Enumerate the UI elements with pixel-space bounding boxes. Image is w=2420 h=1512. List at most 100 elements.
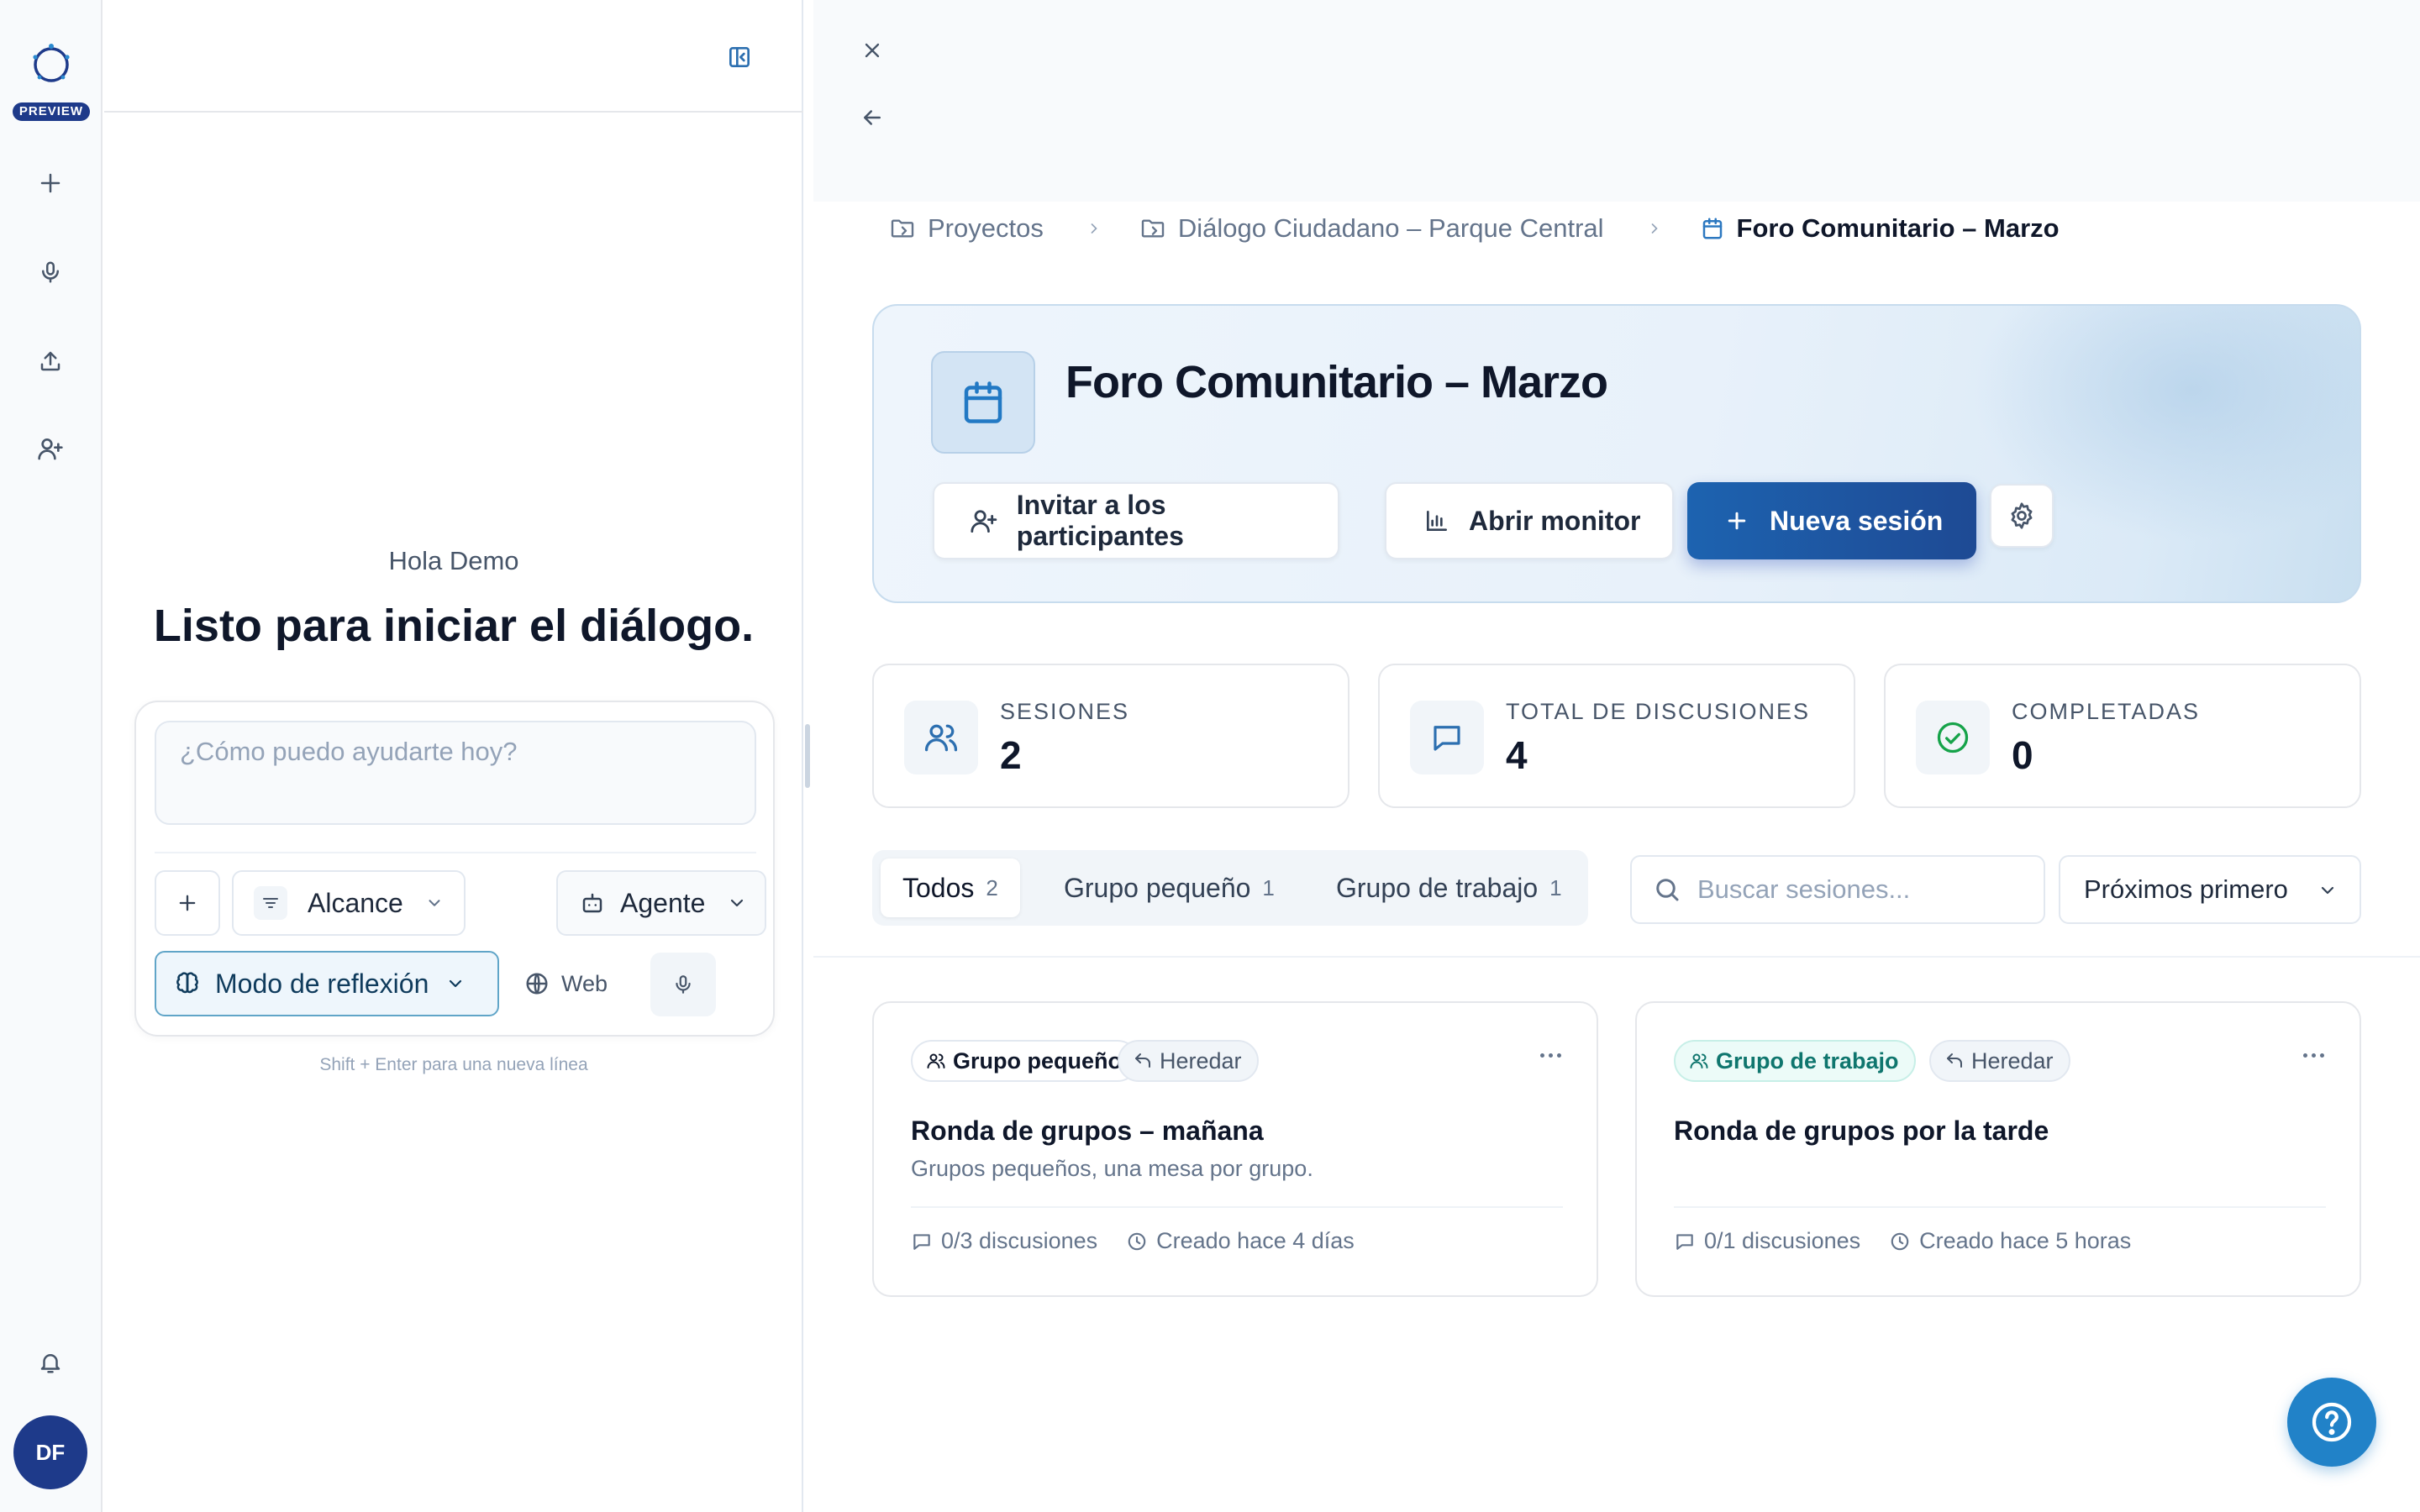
prompt-box[interactable] [155, 721, 756, 825]
stat-card-completed: COMPLETADAS 0 [1884, 664, 2361, 808]
inherit-badge: Heredar [1929, 1040, 2070, 1082]
event-icon-tile [931, 351, 1035, 454]
session-card[interactable]: Grupo de trabajo Heredar Ronda de grupos… [1635, 1001, 2361, 1297]
main-content: Proyectos Diálogo Ciudadano – Parque Cen… [813, 0, 2420, 1512]
check-circle-icon [1916, 701, 1990, 774]
chevron-right-icon [1651, 223, 1658, 234]
session-type-label: Grupo de trabajo [1716, 1047, 1899, 1074]
logo-icon [33, 44, 70, 82]
session-type-badge: Grupo pequeño [911, 1040, 1139, 1082]
record-button[interactable] [30, 252, 71, 292]
created-time: Creado hace 5 horas [1919, 1228, 2132, 1253]
session-title: Ronda de grupos – mañana [911, 1116, 1264, 1146]
sort-select[interactable]: Próximos primero [2059, 855, 2361, 924]
chat-panel: Hola Demo Listo para iniciar el diálogo.… [104, 0, 803, 1512]
thinking-mode-label: Modo de reflexión [215, 968, 429, 999]
microphone-icon [42, 261, 59, 283]
stat-card-sessions: SESIONES 2 [872, 664, 1349, 808]
discussion-count: 0/1 discusiones [1704, 1228, 1861, 1253]
bar-chart-icon [1427, 511, 1447, 531]
new-chat-button[interactable] [30, 163, 71, 203]
help-icon [2312, 1402, 2352, 1442]
clock-icon [1128, 1232, 1146, 1250]
close-button[interactable] [852, 30, 892, 71]
filter-icon [254, 886, 287, 920]
top-bar [813, 0, 2420, 202]
stat-card-discussions: TOTAL DE DISCUSIONES 4 [1378, 664, 1855, 808]
attach-button[interactable] [155, 870, 220, 936]
session-description: Grupos pequeños, una mesa por grupo. [911, 1156, 1313, 1181]
preview-badge: PREVIEW [13, 102, 90, 121]
user-plus-icon [38, 438, 63, 460]
upload-button[interactable] [30, 341, 71, 381]
close-icon [865, 43, 880, 58]
session-type-label: Grupo pequeño [953, 1047, 1122, 1074]
globe-icon [526, 973, 548, 995]
breadcrumb-projects[interactable]: Proyectos [889, 213, 1044, 244]
prompt-input[interactable] [156, 722, 755, 823]
session-filter-tabs: Todos 2 Grupo pequeño 1 Grupo de trabajo… [872, 850, 1588, 926]
chevron-right-icon [1091, 223, 1097, 234]
agent-label: Agente [620, 887, 706, 918]
discussion-count: 0/3 discusiones [941, 1228, 1098, 1253]
chat-title: Listo para iniciar el diálogo. [153, 601, 755, 651]
chevron-down-icon [2321, 886, 2334, 895]
undo-icon [1135, 1053, 1150, 1068]
greeting: Hola Demo [388, 546, 519, 575]
card-divider [1674, 1206, 2326, 1208]
back-button[interactable] [852, 97, 892, 138]
tab-count: 2 [986, 874, 998, 900]
tab-working-group[interactable]: Grupo de trabajo 1 [1314, 858, 1584, 917]
web-label: Web [561, 970, 608, 996]
inherit-label: Heredar [1971, 1047, 2054, 1074]
settings-button[interactable] [1990, 484, 2054, 548]
message-icon [1410, 701, 1484, 774]
help-button[interactable] [2287, 1378, 2376, 1467]
user-plus-icon [971, 510, 997, 533]
section-divider [813, 956, 2420, 958]
breadcrumb-project[interactable]: Diálogo Ciudadano – Parque Central [1139, 213, 1604, 244]
tab-label: Todos [902, 872, 975, 903]
tab-label: Grupo pequeño [1064, 872, 1251, 903]
tab-small-group[interactable]: Grupo pequeño 1 [1042, 858, 1297, 917]
chevron-down-icon [450, 979, 462, 988]
panel-resize-handle[interactable] [805, 724, 810, 788]
undo-icon [1947, 1053, 1962, 1068]
voice-input-button[interactable] [650, 953, 716, 1016]
folder-icon [1141, 219, 1165, 238]
tab-all[interactable]: Todos 2 [881, 858, 1020, 917]
microphone-icon [676, 975, 691, 994]
chat-composer: Alcance Agente Modo de reflexión Web [134, 701, 775, 1037]
session-type-badge: Grupo de trabajo [1674, 1040, 1916, 1082]
session-search[interactable] [1630, 855, 2045, 924]
session-card[interactable]: Grupo pequeño Heredar Ronda de grupos – … [872, 1001, 1598, 1297]
app-logo[interactable]: PREVIEW [0, 35, 103, 123]
user-avatar[interactable]: DF [13, 1415, 87, 1489]
agent-select[interactable]: Agente [556, 870, 766, 936]
gear-icon [2011, 502, 2033, 529]
plus-icon [179, 895, 196, 911]
inherit-badge: Heredar [1118, 1040, 1259, 1082]
thinking-mode-select[interactable]: Modo de reflexión [155, 951, 499, 1016]
arrow-left-icon [864, 110, 881, 125]
breadcrumb: Proyectos Diálogo Ciudadano – Parque Cen… [889, 208, 2060, 249]
monitor-label: Abrir monitor [1469, 505, 1641, 536]
invite-participants-button[interactable]: Invitar a los participantes [933, 482, 1339, 559]
more-options-button[interactable] [2303, 1053, 2324, 1058]
new-session-button[interactable]: Nueva sesión [1687, 482, 1976, 559]
invite-label: Invitar a los participantes [1016, 490, 1184, 551]
scope-select[interactable]: Alcance [232, 870, 466, 936]
open-monitor-button[interactable]: Abrir monitor [1385, 482, 1674, 559]
search-input[interactable] [1697, 857, 2033, 922]
collapse-panel-button[interactable] [719, 37, 760, 77]
brain-icon [176, 972, 198, 994]
stat-label: COMPLETADAS [2012, 699, 2201, 724]
web-search-toggle[interactable]: Web [514, 951, 618, 1016]
invite-user-button[interactable] [30, 428, 71, 469]
stat-value: 2 [1000, 733, 1022, 777]
plus-icon [40, 173, 60, 193]
clock-icon [1891, 1232, 1909, 1250]
composer-hint: Shift + Enter para una nueva línea [319, 1055, 588, 1074]
more-options-button[interactable] [1540, 1053, 1561, 1058]
notifications-button[interactable] [30, 1342, 71, 1383]
